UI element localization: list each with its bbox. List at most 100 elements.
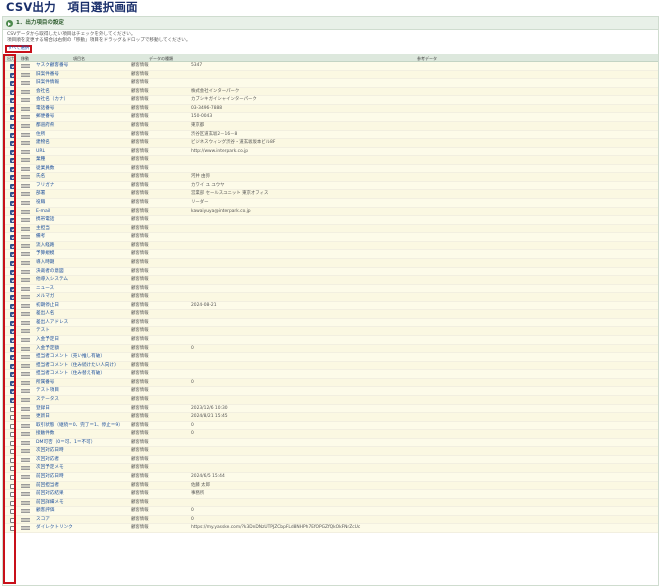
drag-handle-icon[interactable] — [21, 466, 30, 472]
drag-handle-icon[interactable] — [21, 243, 30, 249]
output-checkbox[interactable] — [10, 89, 15, 95]
output-checkbox[interactable] — [10, 115, 15, 121]
select-all-button[interactable]: すべて選択 — [5, 45, 32, 53]
drag-handle-icon[interactable] — [21, 158, 30, 164]
output-checkbox[interactable] — [10, 183, 15, 189]
drag-handle-icon[interactable] — [21, 64, 30, 69]
output-checkbox[interactable] — [10, 466, 15, 472]
output-checkbox[interactable] — [10, 295, 15, 301]
output-checkbox[interactable] — [10, 397, 15, 403]
drag-handle-icon[interactable] — [21, 406, 30, 412]
output-checkbox[interactable] — [10, 483, 15, 489]
drag-handle-icon[interactable] — [21, 183, 30, 189]
drag-handle-icon[interactable] — [21, 526, 30, 532]
output-checkbox[interactable] — [10, 509, 15, 515]
drag-handle-icon[interactable] — [21, 517, 30, 523]
output-checkbox[interactable] — [10, 243, 15, 249]
output-checkbox[interactable] — [10, 312, 15, 318]
drag-handle-icon[interactable] — [21, 98, 30, 104]
drag-handle-icon[interactable] — [21, 141, 30, 147]
drag-handle-icon[interactable] — [21, 457, 30, 463]
drag-handle-icon[interactable] — [21, 175, 30, 181]
output-checkbox[interactable] — [10, 278, 15, 284]
output-checkbox[interactable] — [10, 192, 15, 198]
output-checkbox[interactable] — [10, 226, 15, 232]
output-checkbox[interactable] — [10, 457, 15, 463]
output-checkbox[interactable] — [10, 209, 15, 215]
drag-handle-icon[interactable] — [21, 492, 30, 498]
drag-handle-icon[interactable] — [21, 355, 30, 361]
output-checkbox[interactable] — [10, 303, 15, 309]
output-checkbox[interactable] — [10, 64, 15, 69]
drag-handle-icon[interactable] — [21, 201, 30, 206]
drag-handle-icon[interactable] — [21, 89, 30, 95]
drag-handle-icon[interactable] — [21, 115, 30, 121]
drag-handle-icon[interactable] — [21, 269, 30, 275]
output-checkbox[interactable] — [10, 517, 15, 523]
drag-handle-icon[interactable] — [21, 295, 30, 301]
output-checkbox[interactable] — [10, 500, 15, 506]
drag-handle-icon[interactable] — [21, 338, 30, 343]
drag-handle-icon[interactable] — [21, 286, 30, 292]
output-checkbox[interactable] — [10, 320, 15, 326]
drag-handle-icon[interactable] — [21, 303, 30, 309]
output-checkbox[interactable] — [10, 449, 15, 455]
drag-handle-icon[interactable] — [21, 415, 30, 421]
drag-handle-icon[interactable] — [21, 389, 30, 395]
output-checkbox[interactable] — [10, 158, 15, 164]
output-checkbox[interactable] — [10, 235, 15, 241]
output-checkbox[interactable] — [10, 492, 15, 498]
drag-handle-icon[interactable] — [21, 252, 30, 258]
output-checkbox[interactable] — [10, 286, 15, 292]
output-checkbox[interactable] — [10, 166, 15, 172]
drag-handle-icon[interactable] — [21, 260, 30, 266]
output-checkbox[interactable] — [10, 201, 15, 206]
output-checkbox[interactable] — [10, 132, 15, 138]
output-checkbox[interactable] — [10, 141, 15, 147]
drag-handle-icon[interactable] — [21, 329, 30, 335]
output-checkbox[interactable] — [10, 380, 15, 386]
output-checkbox[interactable] — [10, 81, 15, 87]
drag-handle-icon[interactable] — [21, 423, 30, 429]
output-checkbox[interactable] — [10, 423, 15, 429]
drag-handle-icon[interactable] — [21, 278, 30, 284]
drag-handle-icon[interactable] — [21, 509, 30, 515]
output-checkbox[interactable] — [10, 260, 15, 266]
drag-handle-icon[interactable] — [21, 235, 30, 241]
output-checkbox[interactable] — [10, 475, 15, 480]
drag-handle-icon[interactable] — [21, 363, 30, 369]
output-checkbox[interactable] — [10, 123, 15, 129]
output-checkbox[interactable] — [10, 415, 15, 421]
output-checkbox[interactable] — [10, 175, 15, 181]
drag-handle-icon[interactable] — [21, 81, 30, 87]
drag-handle-icon[interactable] — [21, 432, 30, 438]
output-checkbox[interactable] — [10, 329, 15, 335]
output-checkbox[interactable] — [10, 440, 15, 446]
output-checkbox[interactable] — [10, 149, 15, 155]
drag-handle-icon[interactable] — [21, 226, 30, 232]
output-checkbox[interactable] — [10, 72, 15, 78]
output-checkbox[interactable] — [10, 526, 15, 532]
drag-handle-icon[interactable] — [21, 166, 30, 172]
output-checkbox[interactable] — [10, 252, 15, 258]
output-checkbox[interactable] — [10, 98, 15, 104]
output-checkbox[interactable] — [10, 432, 15, 438]
drag-handle-icon[interactable] — [21, 449, 30, 455]
drag-handle-icon[interactable] — [21, 475, 30, 480]
output-checkbox[interactable] — [10, 106, 15, 112]
drag-handle-icon[interactable] — [21, 346, 30, 352]
drag-handle-icon[interactable] — [21, 500, 30, 506]
drag-handle-icon[interactable] — [21, 149, 30, 155]
drag-handle-icon[interactable] — [21, 132, 30, 138]
output-checkbox[interactable] — [10, 338, 15, 343]
output-checkbox[interactable] — [10, 346, 15, 352]
drag-handle-icon[interactable] — [21, 372, 30, 378]
output-checkbox[interactable] — [10, 269, 15, 275]
output-checkbox[interactable] — [10, 363, 15, 369]
drag-handle-icon[interactable] — [21, 106, 30, 112]
output-checkbox[interactable] — [10, 389, 15, 395]
drag-handle-icon[interactable] — [21, 218, 30, 224]
drag-handle-icon[interactable] — [21, 209, 30, 215]
drag-handle-icon[interactable] — [21, 72, 30, 78]
drag-handle-icon[interactable] — [21, 440, 30, 446]
